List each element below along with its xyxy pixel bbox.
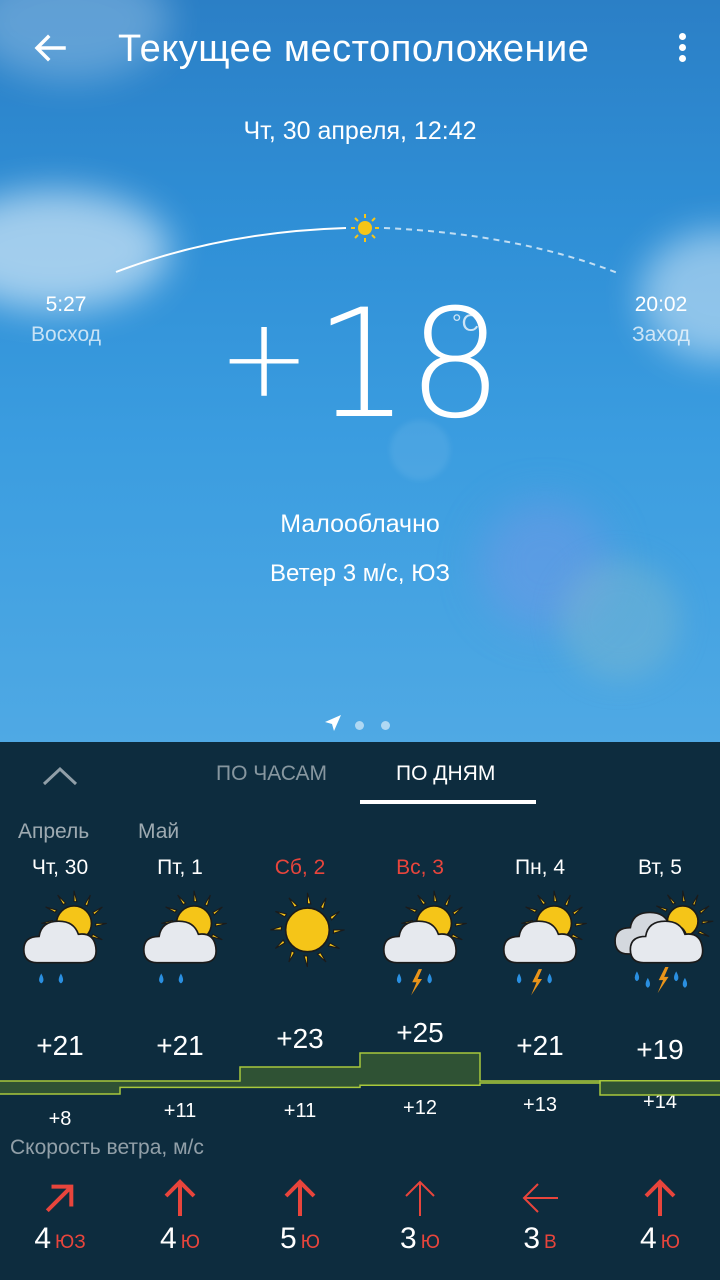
sunset-time: 20:02 — [634, 293, 688, 316]
wind-direction: Ю — [300, 1232, 320, 1253]
location-arrow-icon — [325, 715, 341, 731]
weather-condition: Малооблачно — [280, 510, 440, 538]
sunset-label: Заход — [631, 323, 691, 346]
day-label: Чт, 30 — [31, 856, 89, 879]
sun-position-icon — [351, 214, 379, 242]
sun-path-arc — [115, 214, 621, 275]
chevron-up-icon[interactable] — [40, 764, 80, 788]
wind-value: 3Ю — [360, 1222, 480, 1256]
location-pager[interactable] — [324, 714, 404, 734]
page-dot — [355, 721, 364, 730]
wind-direction-arrow-icon — [522, 1183, 558, 1213]
temperature-sign: + — [218, 294, 310, 422]
partly-cloudy-rain-icon — [142, 890, 227, 984]
day-label: Сб, 2 — [274, 856, 326, 879]
tab-daily[interactable]: ПО ДНЯМ — [396, 762, 495, 786]
wind-direction: Ю — [420, 1232, 440, 1253]
wind-value: 4 ЮЗ — [0, 1222, 120, 1256]
wind-direction: Ю — [180, 1232, 200, 1253]
wind-value: 4Ю — [600, 1222, 720, 1256]
wind-speed: 5 — [280, 1222, 297, 1255]
wind-value: 3В — [480, 1222, 600, 1256]
day-label: Вт, 5 — [638, 856, 682, 879]
page-dot — [381, 721, 390, 730]
wind-value: 5Ю — [240, 1222, 360, 1256]
wind-speed: 3 — [400, 1222, 417, 1255]
tab-hourly[interactable]: ПО ЧАСАМ — [216, 762, 327, 786]
month-label: Апрель — [18, 820, 90, 843]
wind-speed: 4 — [640, 1222, 657, 1255]
sunrise-time: 5:27 — [45, 293, 87, 316]
month-label: Май — [138, 820, 180, 843]
forecast-panel: ПО ЧАСАМ ПО ДНЯМ Апрель Май Чт, 30 +21 +8 П… — [0, 742, 720, 1280]
cloudy-thunderstorm-icon — [614, 890, 714, 994]
wind-speed: 4 — [160, 1222, 177, 1255]
wind-value: 4Ю — [120, 1222, 240, 1256]
wind-direction-arrow-icon — [644, 1179, 676, 1216]
wind-direction: Ю — [660, 1232, 680, 1253]
temperature-value: 18 — [314, 278, 503, 452]
wind-direction: В — [544, 1232, 557, 1253]
partly-cloudy-thunderstorm-icon — [502, 890, 587, 996]
sunny-icon — [270, 892, 345, 968]
temperature-unit: °C — [452, 310, 479, 337]
sunset-info: 20:02 Заход — [626, 293, 696, 347]
partly-cloudy-thunderstorm-icon — [382, 890, 467, 996]
wind-direction: ЮЗ — [55, 1232, 86, 1253]
wind-direction-arrow-icon — [284, 1179, 316, 1216]
wind-speed-title: Скорость ветра, м/с — [10, 1136, 204, 1159]
current-weather-area: Текущее местоположение Чт, 30 апреля, 12… — [0, 0, 720, 742]
current-wind: Ветер 3 м/с, ЮЗ — [270, 560, 450, 587]
sunrise-label: Восход — [31, 323, 101, 346]
temperature-band-chart — [0, 1052, 720, 1096]
wind-direction-arrow-icon — [164, 1179, 196, 1216]
active-tab-indicator — [360, 800, 536, 804]
wind-speed: 4 — [34, 1222, 51, 1255]
day-label: Пн, 4 — [514, 856, 566, 879]
wind-direction-arrow-icon — [405, 1180, 435, 1216]
sunrise-info: 5:27 Восход — [26, 293, 106, 347]
wind-speed: 3 — [523, 1222, 540, 1255]
day-label: Пт, 1 — [157, 856, 203, 879]
day-label: Вс, 3 — [396, 856, 444, 879]
partly-cloudy-rain-icon — [22, 890, 107, 984]
wind-direction-arrow-icon — [45, 1184, 74, 1213]
